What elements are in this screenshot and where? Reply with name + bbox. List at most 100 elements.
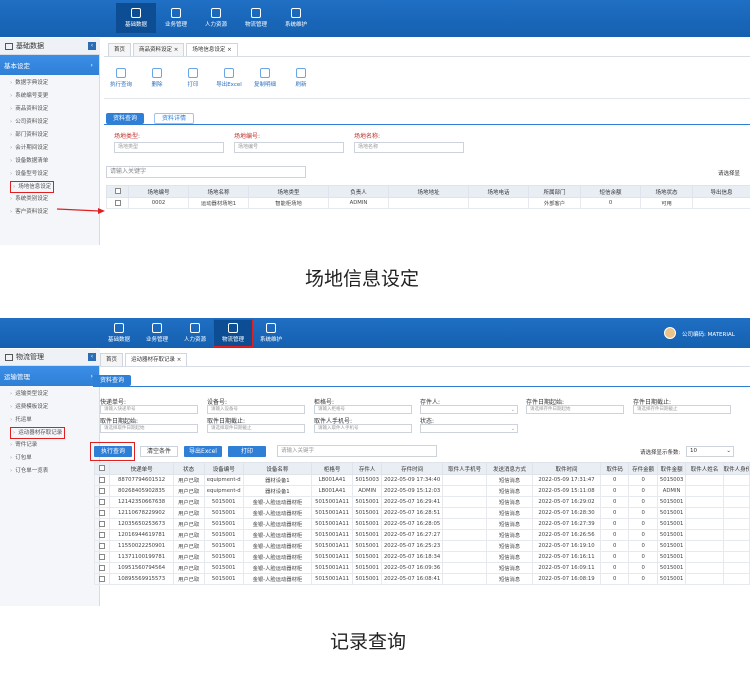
print-button[interactable]: 打印: [175, 68, 211, 88]
col-header[interactable]: 取件人身份: [722, 462, 750, 475]
venue-type-input[interactable]: 场地类型: [114, 142, 224, 153]
row-checkbox[interactable]: [106, 197, 129, 209]
select-all-checkbox[interactable]: [93, 462, 111, 475]
tab-equipment-records[interactable]: 运动器材存取记录 ×: [125, 353, 188, 366]
col-header[interactable]: 场地编号: [128, 185, 189, 198]
col-header[interactable]: 场地电话: [468, 185, 529, 198]
col-header[interactable]: 取件时间: [532, 462, 601, 475]
sidebar-item[interactable]: 系统编号变更: [10, 90, 99, 103]
row-checkbox[interactable]: [93, 507, 111, 519]
nav-basic-data[interactable]: 基础数据: [100, 320, 138, 346]
tab-product-settings[interactable]: 商品资料设定 ×: [133, 43, 185, 56]
sidebar-item[interactable]: 订仓单一览表: [10, 465, 99, 478]
sidebar-group-2[interactable]: 运输管理 ›: [0, 366, 99, 386]
pickup-start-input[interactable]: 请选择取件日期起始: [100, 424, 198, 433]
depositor-select[interactable]: ⌄: [420, 405, 518, 414]
page-size-select[interactable]: 10 ⌄: [686, 446, 734, 457]
col-header[interactable]: 存件时间: [380, 462, 444, 475]
col-header[interactable]: 所属部门: [528, 185, 581, 198]
sidebar-group-1[interactable]: 基本设定 ›: [0, 55, 99, 75]
col-header[interactable]: 场地状态: [640, 185, 693, 198]
deposit-start-input[interactable]: 请选择存件日期起始: [526, 405, 624, 414]
sidebar-item-venue-settings[interactable]: 场地信息设定: [10, 181, 55, 193]
export-excel-button[interactable]: 导出Excel: [184, 446, 222, 457]
table-row[interactable]: 10951560794564 用户已取 5015001 金银-人脸运动器材柜 50150…: [93, 562, 750, 574]
row-checkbox[interactable]: [93, 551, 111, 563]
row-checkbox[interactable]: [93, 496, 111, 508]
sidebar-item[interactable]: 订包单: [10, 452, 99, 465]
deposit-end-input[interactable]: 请选择存件日期截止: [633, 405, 731, 414]
tracking-no-input[interactable]: 请输入快递单号: [100, 405, 198, 414]
nav-hr[interactable]: 人力资源: [176, 320, 214, 346]
sidebar-item[interactable]: 运输类型设定: [10, 388, 99, 401]
subtab-query[interactable]: 资料查询: [106, 113, 145, 124]
table-row[interactable]: 88707794601512 用户已取 equipment-d 器材设备1 LB001A…: [93, 474, 750, 486]
pickup-phone-input[interactable]: 请输入取件人手机号: [314, 424, 412, 433]
delete-button[interactable]: 删除: [139, 68, 175, 88]
col-header[interactable]: 状态: [172, 462, 205, 475]
col-header[interactable]: 取件人手机号: [442, 462, 488, 475]
col-header[interactable]: 取件人姓名: [685, 462, 724, 475]
sidebar-item[interactable]: 商品资料设定: [10, 103, 99, 116]
col-header[interactable]: 场地地址: [388, 185, 469, 198]
sidebar-item[interactable]: 设备型号设定: [10, 168, 99, 181]
col-header[interactable]: 快递单号: [109, 462, 174, 475]
tab-venue-settings[interactable]: 场地信息设定 ×: [186, 43, 238, 56]
collapse-sidebar-button[interactable]: ‹: [88, 353, 96, 361]
nav-system[interactable]: 系统维护: [276, 3, 316, 33]
sidebar-item[interactable]: 公司资料设定: [10, 116, 99, 129]
table-row[interactable]: 10895569915573 用户已取 5015001 金银-人脸运动器材柜 50150…: [93, 573, 750, 585]
subtab-detail[interactable]: 资料详情: [154, 113, 195, 124]
col-header[interactable]: 设备名称: [242, 462, 312, 475]
nav-basic-data[interactable]: 基础数据: [116, 3, 156, 33]
locker-no-input[interactable]: 请输入柜格号: [314, 405, 412, 414]
col-header[interactable]: 设备编号: [203, 462, 244, 475]
venue-code-input[interactable]: 场地编号: [234, 142, 344, 153]
nav-logistics[interactable]: 物流管理: [236, 3, 276, 33]
nav-hr[interactable]: 人力资源: [196, 3, 236, 33]
nav-system[interactable]: 系统维护: [252, 320, 290, 346]
device-no-input[interactable]: 请输入设备号: [207, 405, 305, 414]
row-checkbox[interactable]: [93, 485, 111, 497]
table-row[interactable]: 12016944619781 用户已取 5015001 金银-人脸运动器材柜 50150…: [93, 529, 750, 541]
keyword-search-input[interactable]: 请输入关键字: [277, 445, 437, 457]
export-excel-button[interactable]: 导出Excel: [211, 68, 247, 88]
col-header[interactable]: 取件码: [599, 462, 630, 475]
copy-detail-button[interactable]: 复制明细: [247, 68, 283, 88]
table-row[interactable]: 11550022250901 用户已取 5015001 金银-人脸运动器材柜 50150…: [93, 540, 750, 552]
col-header[interactable]: 场地类型: [248, 185, 329, 198]
pickup-end-input[interactable]: 请选择取件日期截止: [207, 424, 305, 433]
venue-name-input[interactable]: 场地名称: [354, 142, 464, 153]
select-all-checkbox[interactable]: [106, 185, 129, 198]
row-checkbox[interactable]: [93, 474, 111, 486]
avatar[interactable]: [664, 327, 676, 339]
sidebar-item[interactable]: 运费模板设定: [10, 401, 99, 414]
clear-conditions-button[interactable]: 清空条件: [140, 446, 178, 457]
row-checkbox[interactable]: [93, 562, 111, 574]
col-header[interactable]: 柜格号: [310, 462, 354, 475]
tab-home[interactable]: 首页: [108, 43, 132, 56]
sidebar-item-equipment-records[interactable]: 运动器材存取记录: [10, 427, 66, 439]
nav-logistics[interactable]: 物流管理: [213, 319, 253, 347]
sidebar-item[interactable]: 数据字典设定: [10, 77, 99, 90]
keyword-search-input[interactable]: 请输入关键字: [106, 166, 306, 178]
col-header[interactable]: 存件人: [352, 462, 382, 475]
table-row[interactable]: 12035650253673 用户已取 5015001 金银-人脸运动器材柜 50150…: [93, 518, 750, 530]
col-header[interactable]: 发送消息方式: [486, 462, 534, 475]
col-header[interactable]: 取件金额: [656, 462, 687, 475]
status-select[interactable]: ⌄: [420, 424, 518, 433]
table-row[interactable]: 11371100199781 用户已取 5015001 金银-人脸运动器材柜 50150…: [93, 551, 750, 563]
sidebar-item[interactable]: 部门资料设定: [10, 129, 99, 142]
col-header[interactable]: 存件金额: [628, 462, 658, 475]
collapse-sidebar-button[interactable]: ‹: [88, 42, 96, 50]
tab-home[interactable]: 首页: [100, 353, 124, 366]
sidebar-item[interactable]: 寄件记录: [10, 439, 99, 452]
row-checkbox[interactable]: [93, 529, 111, 541]
col-header[interactable]: 场地名称: [188, 185, 249, 198]
row-checkbox[interactable]: [93, 573, 111, 585]
col-header[interactable]: 负责人: [328, 185, 389, 198]
row-checkbox[interactable]: [93, 518, 111, 530]
sidebar-item[interactable]: 托运单: [10, 414, 99, 427]
query-button[interactable]: 执行查询: [103, 68, 139, 88]
nav-business[interactable]: 业务管理: [138, 320, 176, 346]
